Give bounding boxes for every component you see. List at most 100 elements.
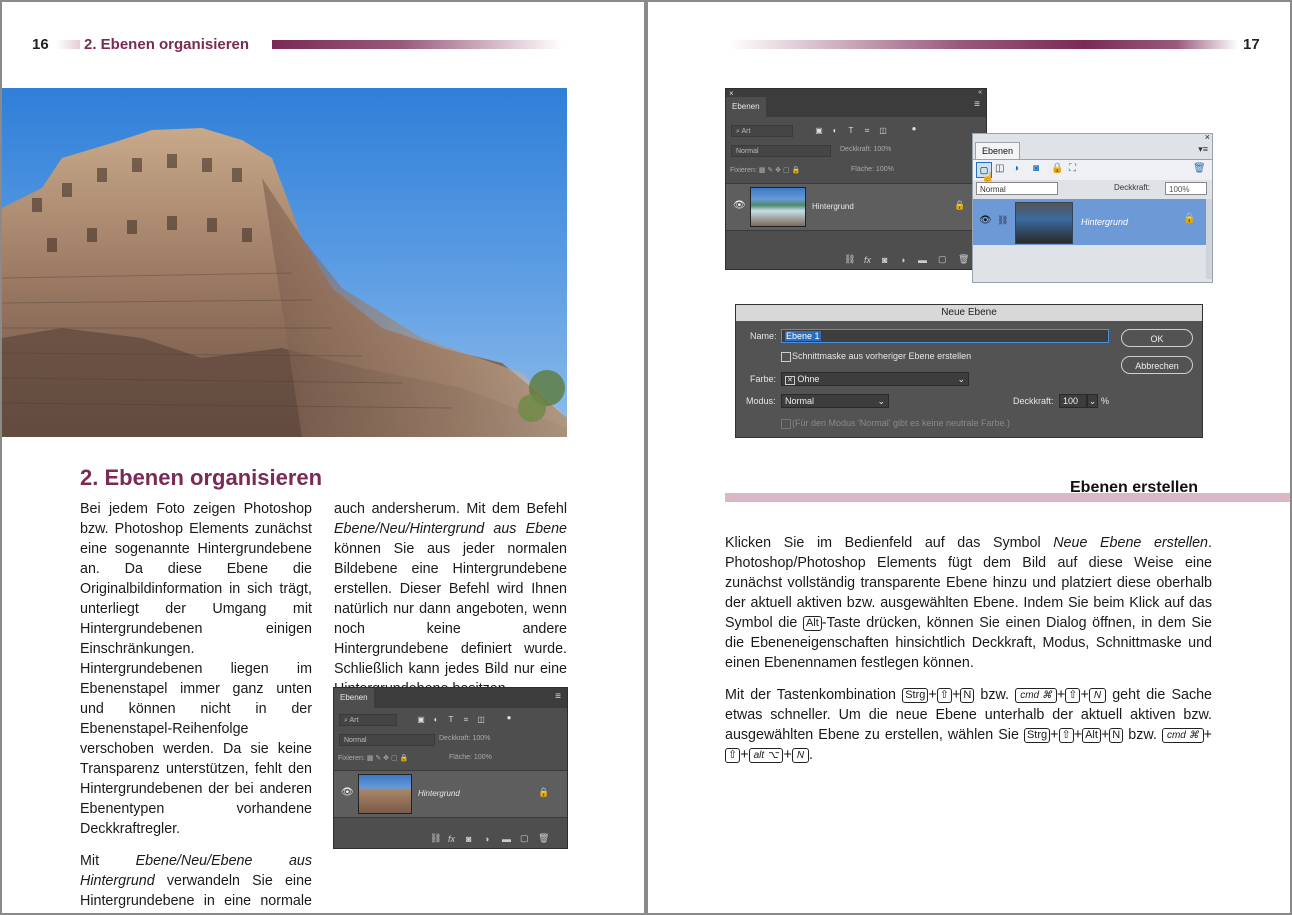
- layer-name: Hintergrund: [1081, 217, 1129, 227]
- text: bzw.: [974, 687, 1016, 703]
- panel-menu-icon[interactable]: ≡: [555, 691, 561, 702]
- close-icon[interactable]: ×: [1205, 132, 1210, 142]
- adjustment-layer-icon[interactable]: ◑: [900, 255, 905, 265]
- link-layers-icon[interactable]: ⛓: [844, 254, 855, 265]
- fill-value[interactable]: 100%: [474, 754, 492, 761]
- adjustment-layer-icon[interactable]: ◑: [1013, 163, 1019, 174]
- add-mask-icon[interactable]: ◙: [466, 834, 471, 844]
- fill-row: Fläche: 100%: [851, 166, 982, 180]
- ps-layers-panel: × « Ebenen ≡ ⌕ Art ▣ ◐ T ⌗ ◫ ● Normal De…: [725, 88, 987, 270]
- pse-layers-panel: × Ebenen ▾≡ ▢ ◫ ◑ ◙ 🔒 ⛶ 🗑 ☝ Normal Deckk…: [972, 132, 1213, 283]
- smart-filter-icon[interactable]: ◫: [476, 715, 486, 725]
- new-group-icon[interactable]: ◫: [995, 163, 1004, 174]
- lock-all-icon[interactable]: ⛶: [1069, 163, 1076, 174]
- adjustment-layer-icon[interactable]: ◑: [484, 834, 489, 844]
- header-bar-right: [272, 40, 562, 49]
- link-layers-icon[interactable]: ⛓: [430, 833, 441, 844]
- icon-name: Neue Ebene erstellen: [1053, 535, 1209, 551]
- new-layer-icon[interactable]: ▢: [520, 833, 529, 844]
- color-select[interactable]: ✕ Ohne ⌄: [781, 372, 969, 386]
- new-group-icon[interactable]: ▬: [918, 255, 927, 265]
- type-filter-icon[interactable]: T: [446, 715, 456, 725]
- text: Klicken Sie im Bedienfeld auf das Symbol: [725, 535, 1054, 551]
- image-filter-icon[interactable]: ▣: [814, 126, 824, 136]
- right-page: 17 × « Ebenen ≡ ⌕ Art ▣ ◐ T ⌗ ◫ ● Normal…: [648, 2, 1290, 913]
- layer-name: Hintergrund: [418, 789, 460, 798]
- layer-row-background[interactable]: 👁 Hintergrund 🔒: [334, 770, 567, 818]
- blend-mode-select[interactable]: Normal: [976, 182, 1058, 195]
- filter-toggle-icon[interactable]: ●: [504, 713, 514, 723]
- visibility-eye-icon[interactable]: 👁: [341, 787, 354, 798]
- new-group-icon[interactable]: ▬: [502, 834, 511, 844]
- adjustment-filter-icon[interactable]: ◐: [431, 715, 441, 725]
- tab-ebenen[interactable]: Ebenen: [726, 97, 766, 117]
- opacity-value[interactable]: 100%: [1165, 182, 1207, 195]
- strg-key: Strg: [1023, 728, 1051, 743]
- page-number: 17: [1243, 36, 1260, 53]
- adjustment-filter-icon[interactable]: ◐: [830, 126, 840, 136]
- panel-menu-icon[interactable]: ▾≡: [1198, 144, 1208, 155]
- fill-value[interactable]: 100%: [876, 166, 894, 173]
- lock-icon: 🔒: [954, 200, 966, 210]
- opacity-label: Deckkraft:: [1013, 396, 1054, 406]
- right-body: Klicken Sie im Bedienfeld auf das Symbol…: [725, 533, 1212, 765]
- cancel-button[interactable]: Abbrechen: [1121, 356, 1193, 374]
- kind-label: Art: [349, 717, 359, 724]
- tab-ebenen[interactable]: Ebenen: [334, 688, 374, 708]
- filter-toggle-icon[interactable]: ●: [909, 124, 919, 134]
- kind-filter[interactable]: ⌕ Art: [339, 714, 397, 726]
- smart-filter-icon[interactable]: ◫: [878, 126, 888, 136]
- fx-icon[interactable]: fx: [448, 834, 455, 844]
- delete-layer-icon[interactable]: 🗑: [1193, 163, 1206, 174]
- panel-footer: ⛓ fx ◙ ◑ ▬ ▢ 🗑: [334, 830, 567, 848]
- blend-mode-select[interactable]: Normal: [339, 734, 435, 746]
- visibility-eye-icon[interactable]: 👁: [733, 200, 746, 211]
- mode-value: Normal: [785, 396, 815, 406]
- opacity-value[interactable]: 100%: [873, 146, 891, 153]
- visibility-eye-icon[interactable]: 👁: [979, 215, 992, 226]
- mode-select[interactable]: Normal ⌄: [781, 394, 889, 408]
- opacity-dropdown[interactable]: ⌄: [1087, 394, 1098, 408]
- cmd-key: cmd ⌘: [1015, 688, 1057, 703]
- shape-filter-icon[interactable]: ⌗: [461, 715, 471, 725]
- kind-label: Art: [741, 128, 751, 135]
- shape-filter-icon[interactable]: ⌗: [862, 126, 872, 136]
- image-filter-icon[interactable]: ▣: [416, 715, 426, 725]
- link-icon[interactable]: ⛓: [997, 215, 1008, 226]
- left-page: 16 2. Ebenen organisieren 2. Ebenen orga…: [2, 2, 644, 913]
- layer-row-background[interactable]: 👁 ⛓ Hintergrund 🔒: [973, 199, 1206, 245]
- fort-photo: [2, 88, 567, 437]
- new-layer-dialog: Neue Ebene Name: Ebene 1 OK Abbrechen Sc…: [735, 304, 1203, 438]
- paragraph: Mit der Tastenkombination Strg + ⇧ + N bzw. …: [725, 687, 1213, 763]
- tab-ebenen[interactable]: Ebenen: [975, 142, 1021, 159]
- name-value: Ebene 1: [785, 331, 821, 341]
- collapse-icon[interactable]: «: [978, 89, 982, 96]
- clip-checkbox[interactable]: [781, 352, 791, 362]
- new-layer-icon[interactable]: ▢: [938, 254, 947, 265]
- lock-transparent-icon[interactable]: 🔒: [1051, 163, 1063, 174]
- kind-filter[interactable]: ⌕ Art: [731, 125, 793, 137]
- alt-key: Alt: [1082, 728, 1101, 743]
- text: können Sie aus jeder normalen Bildebene …: [334, 541, 567, 697]
- shift-key: ⇧: [725, 748, 741, 763]
- name-input[interactable]: Ebene 1: [781, 329, 1109, 343]
- blend-mode-select[interactable]: Normal: [731, 145, 831, 157]
- layer-row-background[interactable]: 👁 Hintergrund 🔒: [726, 183, 986, 231]
- fx-icon[interactable]: fx: [864, 255, 871, 265]
- panel-footer: ⛓ fx ◙ ◑ ▬ ▢ 🗑: [726, 251, 986, 269]
- delete-layer-icon[interactable]: 🗑: [538, 833, 549, 844]
- delete-layer-icon[interactable]: 🗑: [958, 254, 969, 265]
- fort-illustration: [2, 128, 567, 437]
- panel-menu-icon[interactable]: ≡: [974, 99, 980, 110]
- add-mask-icon[interactable]: ◙: [882, 255, 887, 265]
- opacity-value[interactable]: 100%: [472, 735, 490, 742]
- section-bar: [725, 493, 1290, 502]
- type-filter-icon[interactable]: T: [846, 126, 856, 136]
- fill-label: Fläche:: [851, 166, 874, 173]
- paragraph: Bei jedem Foto zeigen Photoshop bzw. Pho…: [80, 501, 312, 837]
- add-mask-icon[interactable]: ◙: [1033, 163, 1039, 174]
- scrollbar[interactable]: [1206, 199, 1212, 279]
- n-key: N: [1088, 688, 1107, 703]
- opacity-input[interactable]: 100: [1059, 394, 1087, 408]
- ok-button[interactable]: OK: [1121, 329, 1193, 347]
